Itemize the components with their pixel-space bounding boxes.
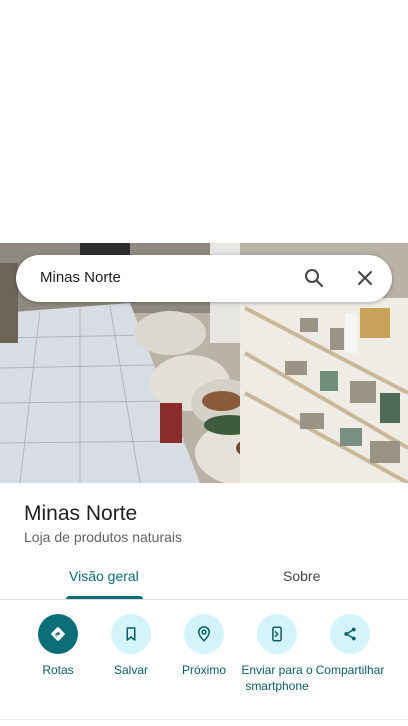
nearby-button[interactable]: Próximo [166,614,242,678]
tab-about[interactable]: Sobre [283,568,320,584]
bottom-divider [0,719,408,720]
bookmark-icon [111,614,151,654]
search-icon[interactable] [302,266,326,290]
send-to-phone-icon [257,614,297,654]
share-icon [330,614,370,654]
map-area[interactable] [0,0,408,243]
nearby-label: Próximo [181,663,226,677]
directions-label: Rotas [42,663,74,677]
place-title: Minas Norte [24,502,138,525]
close-icon[interactable] [353,266,377,290]
share-button[interactable]: Compartilhar [312,614,388,678]
search-bar[interactable]: Minas Norte [16,255,392,302]
save-label: Salvar [113,663,148,677]
share-label: Compartilhar [315,663,385,677]
send-to-phone-button[interactable]: Enviar para o smartphone [239,614,315,694]
tabs-divider [0,599,408,600]
tab-overview[interactable]: Visão geral [69,568,139,584]
directions-button[interactable]: Rotas [20,614,96,678]
place-category[interactable]: Loja de produtos naturais [24,529,182,545]
directions-icon [38,614,78,654]
send-to-phone-label: Enviar para o smartphone [241,663,313,693]
nearby-icon [184,614,224,654]
save-button[interactable]: Salvar [93,614,169,678]
search-input[interactable]: Minas Norte [40,269,121,286]
